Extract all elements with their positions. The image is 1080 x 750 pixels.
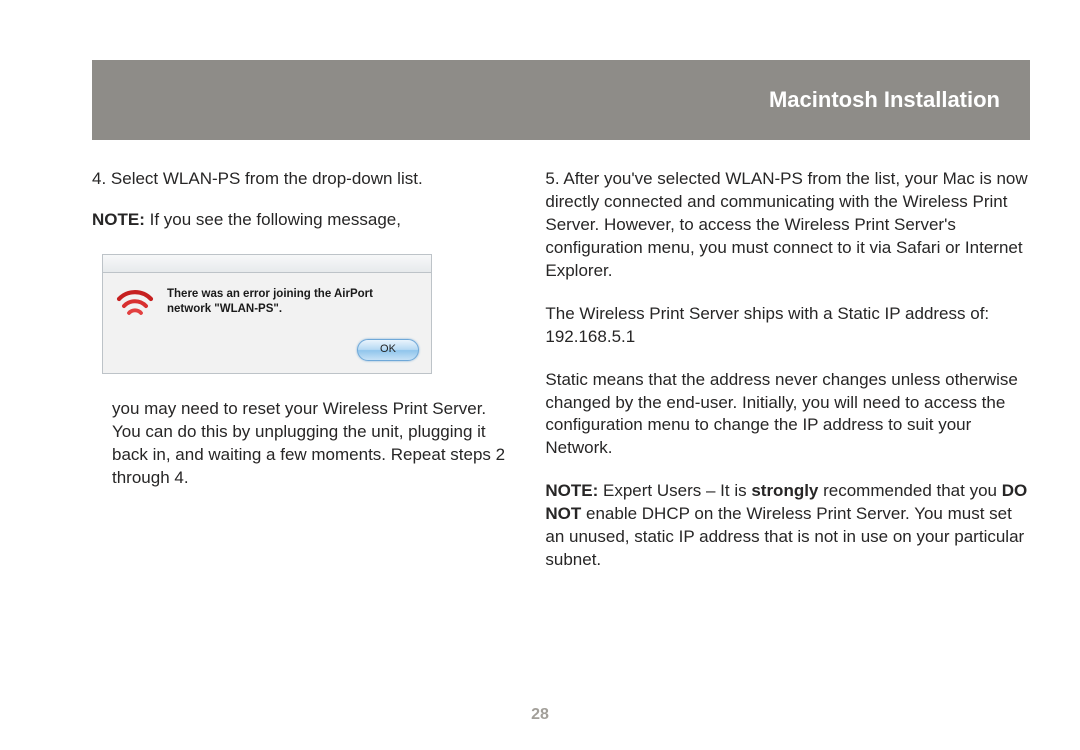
note-intro: NOTE: If you see the following message, xyxy=(92,209,513,232)
dialog-message-line1: There was an error joining the AirPort xyxy=(167,288,373,300)
document-page: Macintosh Installation 4. Select WLAN-PS… xyxy=(0,0,1080,750)
dialog-body: There was an error joining the AirPort n… xyxy=(103,273,431,373)
dialog-message-line2: network "WLAN-PS". xyxy=(167,303,282,315)
page-title: Macintosh Installation xyxy=(769,87,1000,113)
ok-button[interactable]: OK xyxy=(357,339,419,361)
note2-text: NOTE: Expert Users – It is strongly reco… xyxy=(545,480,1030,572)
content-area: 4. Select WLAN-PS from the drop-down lis… xyxy=(92,168,1030,690)
error-dialog: There was an error joining the AirPort n… xyxy=(102,254,432,374)
step-5-text: 5. After you've selected WLAN-PS from th… xyxy=(545,168,1030,283)
note-label: NOTE: xyxy=(92,210,145,229)
after-dialog-text: you may need to reset your Wireless Prin… xyxy=(92,398,513,490)
note2-part2: recommended that you xyxy=(818,481,1001,500)
static-explain-text: Static means that the address never chan… xyxy=(545,369,1030,461)
note2-part1: Expert Users – It is xyxy=(598,481,751,500)
dialog-titlebar xyxy=(103,255,431,273)
wifi-error-icon xyxy=(115,287,155,321)
note-intro-rest: If you see the following message, xyxy=(145,210,401,229)
dialog-footer: OK xyxy=(115,339,419,361)
static-ip-text: The Wireless Print Server ships with a S… xyxy=(545,303,1030,349)
dialog-message: There was an error joining the AirPort n… xyxy=(167,287,373,318)
left-column: 4. Select WLAN-PS from the drop-down lis… xyxy=(92,168,513,690)
note2-strongly: strongly xyxy=(751,481,818,500)
note2-part3: enable DHCP on the Wireless Print Server… xyxy=(545,504,1024,569)
header-band: Macintosh Installation xyxy=(92,60,1030,140)
right-column: 5. After you've selected WLAN-PS from th… xyxy=(545,168,1030,690)
step-4-text: 4. Select WLAN-PS from the drop-down lis… xyxy=(92,168,513,191)
dialog-main: There was an error joining the AirPort n… xyxy=(115,287,419,321)
note2-label: NOTE: xyxy=(545,481,598,500)
page-number: 28 xyxy=(0,706,1080,724)
